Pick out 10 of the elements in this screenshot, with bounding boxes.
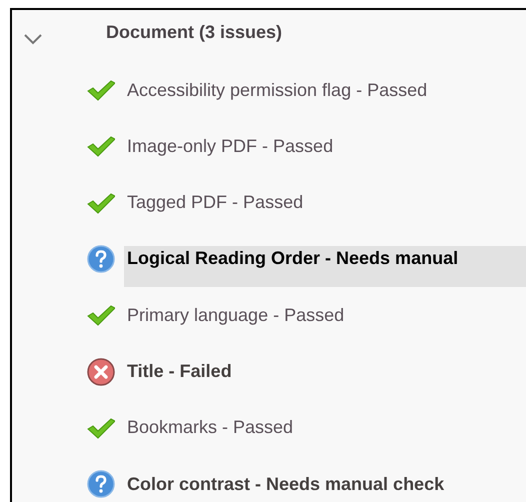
check-result-item[interactable]: Color contrast - Needs manual check <box>124 464 460 502</box>
check-result-item[interactable]: Accessibility permission flag - Passed <box>124 70 444 111</box>
check-result-item[interactable]: Bookmarks - Passed <box>124 407 310 448</box>
check-result-item[interactable]: Logical Reading Order - Needs manual <box>124 246 526 287</box>
check-result-item[interactable]: Tagged PDF - Passed <box>124 182 320 224</box>
check-result-item[interactable]: Title - Failed <box>124 351 248 392</box>
check-result-item[interactable]: Primary language - Passed <box>124 294 360 336</box>
section-title[interactable]: Document (3 issues) <box>106 22 282 42</box>
check-result-item[interactable]: Image-only PDF - Passed <box>124 126 350 167</box>
chevron-icon[interactable] <box>22 32 44 46</box>
